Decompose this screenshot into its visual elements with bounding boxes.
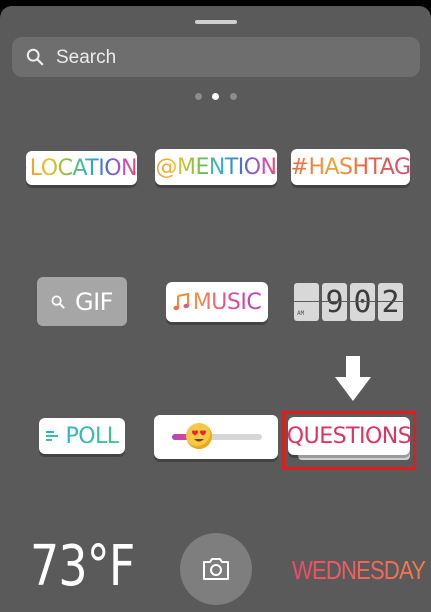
- clock-ampm: AM: [297, 310, 305, 317]
- temperature-sticker[interactable]: 73°F: [30, 534, 135, 599]
- clock-digit: 9: [322, 283, 347, 321]
- poll-sticker[interactable]: POLL: [39, 418, 125, 454]
- poll-label: POLL: [65, 423, 119, 449]
- hashtag-sticker[interactable]: #HASHTAG: [290, 149, 411, 185]
- hashtag-label: #HASHTAG: [290, 154, 411, 180]
- location-sticker[interactable]: LOCATION: [26, 151, 138, 185]
- clock-sticker[interactable]: AM 9 0 2: [294, 283, 406, 321]
- search-icon: [51, 294, 65, 309]
- mention-label: @MENTION: [155, 154, 277, 180]
- page-dot[interactable]: [195, 93, 202, 100]
- day-sticker[interactable]: WEDNESDAY: [292, 555, 426, 586]
- heart-eyes-emoji-icon[interactable]: [186, 423, 212, 449]
- search-bar[interactable]: Search: [12, 37, 420, 77]
- poll-lines-icon: [46, 431, 59, 441]
- gif-label: GIF: [75, 287, 113, 316]
- gif-sticker[interactable]: GIF: [37, 277, 127, 326]
- clock-digit: 2: [378, 283, 403, 321]
- arrow-down-icon: [335, 356, 371, 401]
- music-label: MUSIC: [192, 289, 262, 315]
- music-sticker[interactable]: MUSIC: [166, 282, 268, 322]
- clock-ampm-cell: AM: [294, 283, 319, 321]
- search-icon: [26, 48, 44, 66]
- location-label: LOCATION: [29, 155, 138, 181]
- camera-button[interactable]: [180, 533, 252, 605]
- mention-sticker[interactable]: @MENTION: [155, 149, 277, 185]
- drag-handle[interactable]: [195, 20, 237, 24]
- music-note-icon: [173, 293, 189, 311]
- camera-icon: [203, 558, 229, 580]
- page-dot[interactable]: [230, 93, 237, 100]
- emoji-slider-sticker[interactable]: [154, 415, 278, 459]
- page-dot-active[interactable]: [212, 93, 219, 100]
- questions-highlight-box: [282, 411, 416, 470]
- location-pin-icon: [26, 167, 27, 169]
- search-input[interactable]: Search: [56, 47, 116, 69]
- clock-digit: 0: [350, 283, 375, 321]
